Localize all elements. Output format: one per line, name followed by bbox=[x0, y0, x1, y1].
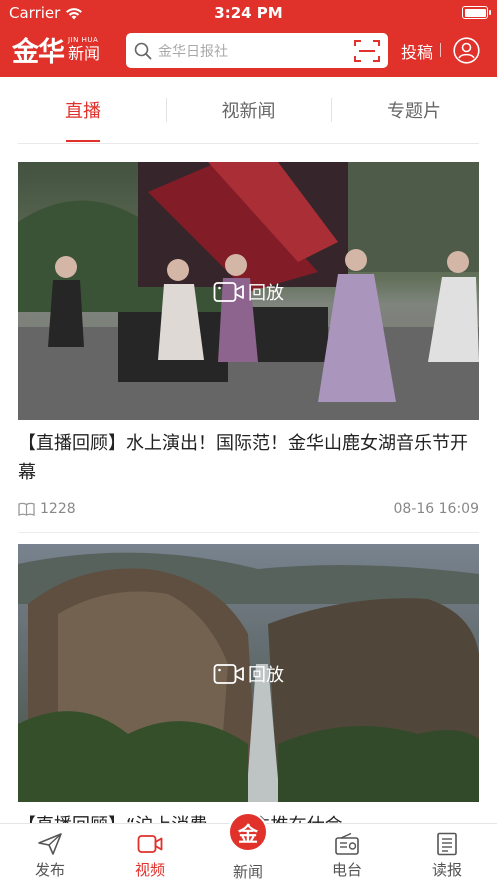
video-card[interactable]: 回放 【直播回顾】水上演出！国际范！金华山鹿女湖音乐节开幕 1228 08-16… bbox=[18, 162, 479, 533]
search-icon bbox=[134, 42, 152, 59]
video-icon bbox=[137, 835, 163, 853]
clock: 3:24 PM bbox=[214, 4, 283, 22]
search-input[interactable]: 金华日报社 bbox=[158, 41, 354, 61]
view-count-value: 1228 bbox=[40, 501, 76, 517]
tab-divider bbox=[166, 98, 167, 122]
brand-en: JIN HUA bbox=[68, 35, 99, 44]
tab-bar-border bbox=[18, 143, 479, 144]
tab-label: 直播 bbox=[65, 101, 101, 122]
video-camera-icon bbox=[213, 282, 244, 302]
brand-logo-text: 金华 bbox=[12, 36, 65, 68]
status-bar: Carrier 3:24 PM bbox=[0, 0, 497, 26]
bottom-nav: 发布 视频 金 新闻 电台 读报 bbox=[0, 812, 497, 883]
replay-label: 回放 bbox=[248, 283, 284, 304]
tab-live[interactable]: 直播 bbox=[18, 77, 148, 143]
nav-publish[interactable]: 发布 bbox=[20, 832, 80, 880]
nav-label: 读报 bbox=[431, 861, 462, 879]
card-meta: 1228 08-16 16:09 bbox=[18, 501, 479, 521]
tab-label: 专题片 bbox=[387, 101, 441, 122]
nav-video[interactable]: 视频 bbox=[120, 832, 180, 880]
nav-label: 视频 bbox=[134, 861, 165, 879]
header-divider bbox=[440, 43, 441, 57]
brand-logo[interactable]: 金华 JIN HUA 新闻 bbox=[12, 31, 101, 68]
tab-label: 视新闻 bbox=[221, 101, 276, 122]
nav-radio[interactable]: 电台 bbox=[317, 832, 377, 880]
nav-label: 电台 bbox=[331, 861, 362, 879]
battery-icon bbox=[462, 6, 491, 19]
replay-label: 回放 bbox=[248, 665, 284, 686]
book-icon bbox=[18, 502, 35, 516]
tab-bar: 直播 视新闻 专题片 bbox=[0, 77, 497, 144]
user-icon[interactable] bbox=[453, 37, 480, 64]
radio-icon bbox=[335, 832, 359, 855]
replay-button[interactable]: 回放 bbox=[18, 661, 479, 687]
video-camera-icon bbox=[213, 664, 244, 684]
publish-date: 08-16 16:09 bbox=[393, 501, 479, 517]
view-count: 1228 bbox=[18, 501, 76, 517]
nav-label: 发布 bbox=[34, 861, 65, 879]
card-title[interactable]: 【直播回顾】水上演出！国际范！金华山鹿女湖音乐节开幕 bbox=[18, 429, 479, 487]
tab-documentary[interactable]: 专题片 bbox=[349, 77, 479, 143]
nav-read-paper[interactable]: 读报 bbox=[417, 832, 477, 880]
tab-video-news[interactable]: 视新闻 bbox=[183, 77, 314, 143]
tab-active-indicator bbox=[66, 140, 100, 142]
brand-cn: 新闻 bbox=[68, 43, 101, 63]
search-bar[interactable]: 金华日报社 bbox=[126, 33, 388, 68]
scan-icon[interactable] bbox=[354, 39, 380, 63]
replay-button[interactable]: 回放 bbox=[18, 279, 479, 305]
video-thumbnail[interactable]: 回放 bbox=[18, 162, 479, 420]
app-header: Carrier 3:24 PM 金华 JIN HUA 新闻 金华日报社 投稿 bbox=[0, 0, 497, 77]
send-icon bbox=[38, 833, 62, 855]
jinhua-logo-icon[interactable]: 金 bbox=[228, 812, 268, 852]
card-divider bbox=[18, 532, 479, 533]
nav-news-label[interactable]: 新闻 bbox=[218, 861, 278, 882]
newspaper-icon bbox=[437, 832, 457, 856]
submit-button[interactable]: 投稿 bbox=[401, 39, 433, 63]
video-thumbnail[interactable]: 回放 bbox=[18, 544, 479, 802]
video-card[interactable]: 回放 【直播回顾】“沪上消费……”主推在仕会 bbox=[18, 544, 479, 840]
tab-divider bbox=[331, 98, 332, 122]
